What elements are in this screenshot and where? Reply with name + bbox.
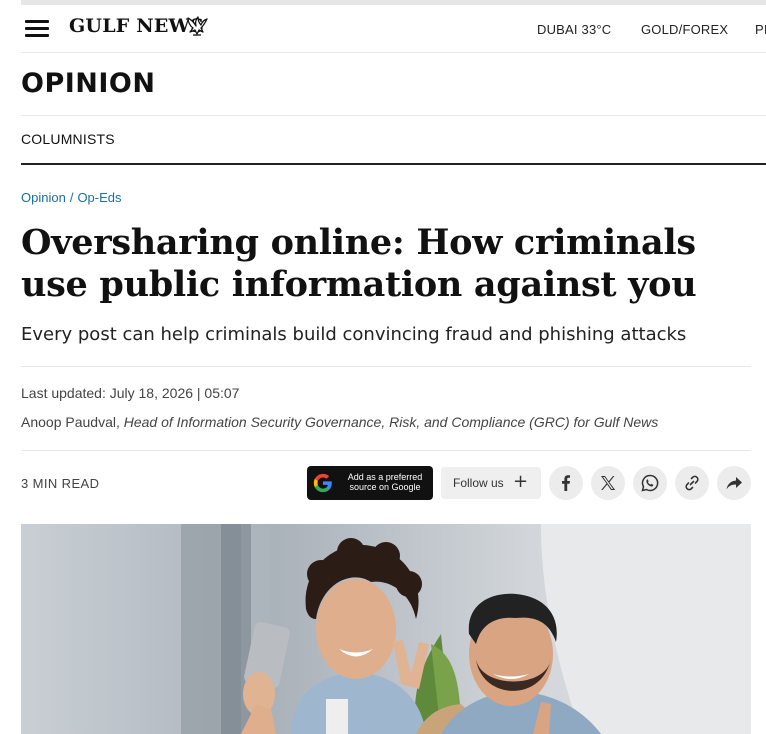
gold-forex-link[interactable]: GOLD/FOREX [641, 22, 728, 37]
article-subheadline: Every post can help criminals build conv… [21, 324, 687, 345]
weather-link[interactable]: DUBAI 33°C [537, 22, 611, 37]
plus-icon: + [513, 471, 529, 492]
breadcrumb: Opinion / Op-Eds [21, 190, 122, 205]
section-divider [21, 163, 766, 165]
author-role: Head of Information Security Governance,… [123, 414, 659, 430]
follow-us-button[interactable]: Follow us + [441, 467, 541, 499]
menu-icon[interactable] [25, 20, 49, 37]
hero-image [21, 524, 751, 734]
x-icon [601, 476, 616, 490]
article-headline: Oversharing online: How criminals use pu… [21, 222, 751, 306]
link-icon [685, 475, 699, 491]
read-time: 3 MIN READ [21, 476, 100, 491]
section-title[interactable]: OPINION [21, 68, 155, 99]
google-preferred-source-button[interactable]: Add as a preferred source on Google [307, 466, 433, 500]
google-icon [313, 473, 332, 493]
divider [21, 366, 751, 367]
headline-line-2: use public information against you [21, 264, 697, 305]
last-updated: Last updated: July 18, 2026 | 05:07 [21, 385, 240, 401]
selfie-photo [21, 524, 751, 734]
facebook-icon [562, 475, 570, 491]
x-share-button[interactable] [591, 466, 625, 500]
breadcrumb-opinion[interactable]: Opinion [21, 190, 66, 205]
share-button[interactable] [717, 466, 751, 500]
copy-link-button[interactable] [675, 466, 709, 500]
divider [21, 115, 766, 116]
follow-us-label: Follow us [453, 476, 504, 490]
site-header: GULF NEWS DUBAI 33°C GOLD/FOREX PI [21, 5, 766, 53]
google-preferred-label: Add as a preferred source on Google [341, 472, 429, 492]
facebook-share-button[interactable] [549, 466, 583, 500]
breadcrumb-separator: / [69, 190, 74, 205]
site-logo[interactable]: GULF NEWS [69, 15, 204, 37]
google-label-line-2: source on Google [349, 482, 421, 492]
google-label-line-1: Add as a preferred [347, 472, 423, 482]
breadcrumb-op-eds[interactable]: Op-Eds [77, 190, 121, 205]
author-name[interactable]: Anoop Paudval, [21, 414, 120, 430]
columnists-link[interactable]: COLUMNISTS [21, 131, 115, 147]
byline: Anoop Paudval, Head of Information Secur… [21, 414, 658, 430]
share-arrow-icon [726, 477, 742, 490]
divider [21, 450, 751, 451]
whatsapp-share-button[interactable] [633, 466, 667, 500]
headline-line-1: Oversharing online: How criminals [21, 222, 696, 263]
whatsapp-icon [641, 474, 659, 492]
falcon-logo-icon [187, 16, 208, 36]
nav-link-truncated[interactable]: PI [755, 22, 766, 37]
